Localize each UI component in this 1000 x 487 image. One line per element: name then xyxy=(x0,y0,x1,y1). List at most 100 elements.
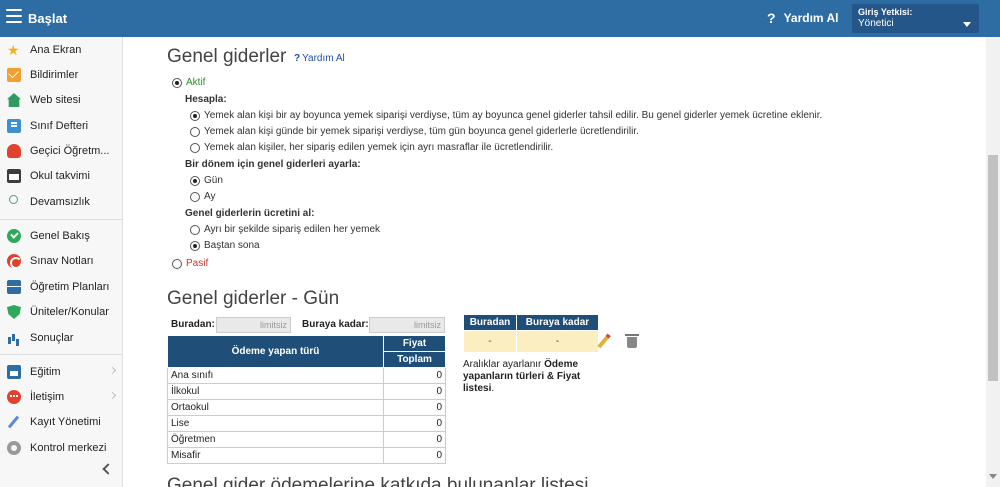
sidebar-item-egitim[interactable]: Eğitim xyxy=(0,360,123,384)
brand-start[interactable]: Başlat xyxy=(28,11,67,26)
sidebar-item-label: Web sitesi xyxy=(30,94,81,106)
gear-icon xyxy=(7,441,21,455)
radio-button[interactable] xyxy=(190,126,200,137)
interval-table: Buradan Buraya kadar - - xyxy=(463,314,600,353)
radio-button[interactable] xyxy=(172,258,182,269)
radio-button[interactable] xyxy=(190,224,200,235)
col-payer-type: Ödeme yapan türü xyxy=(167,335,384,368)
sidebar-item-label: Devamsızlık xyxy=(30,196,90,208)
bars-icon xyxy=(7,331,21,345)
radio-button[interactable] xyxy=(190,240,200,251)
radio-label: Yemek alan kişi günde bir yemek siparişi… xyxy=(204,126,639,137)
chat-icon xyxy=(7,390,21,404)
cell-type: Misafir xyxy=(167,447,384,464)
scroll-down-icon[interactable] xyxy=(989,474,997,479)
cell-value[interactable]: 0 xyxy=(383,415,446,432)
radio-calc-meal[interactable]: Yemek alan kişiler, her sipariş edilen y… xyxy=(190,142,553,153)
to-input[interactable]: limitsiz xyxy=(369,317,445,333)
radio-fee-whole[interactable]: Baştan sona xyxy=(190,240,260,251)
radio-button[interactable] xyxy=(190,110,200,121)
role-label: Giriş Yetkisi: xyxy=(858,7,913,17)
cell-value[interactable]: 0 xyxy=(383,447,446,464)
radio-calc-day[interactable]: Yemek alan kişi günde bir yemek siparişi… xyxy=(190,126,639,137)
help-button[interactable]: ? Yardım Al xyxy=(767,10,838,26)
chevron-right-icon xyxy=(108,366,117,375)
cell-value[interactable]: 0 xyxy=(383,399,446,416)
cell-value[interactable]: 0 xyxy=(383,367,446,384)
radio-calc-month[interactable]: Yemek alan kişi bir ay boyunca yemek sip… xyxy=(190,110,822,121)
sidebar-item-label: Okul takvimi xyxy=(30,170,90,182)
caret-down-icon xyxy=(963,22,971,27)
radio-period-day[interactable]: Gün xyxy=(190,175,223,186)
cell-value[interactable]: 0 xyxy=(383,431,446,448)
calc-label: Hesapla: xyxy=(185,94,227,105)
table-row: - - xyxy=(463,330,600,353)
sidebar-item-bildirimler[interactable]: Bildirimler xyxy=(0,63,123,87)
trash-icon[interactable] xyxy=(625,334,639,348)
table-row: Ana sınıfı 0 xyxy=(167,367,446,384)
radio-button[interactable] xyxy=(190,191,200,202)
page-scrollbar[interactable] xyxy=(986,37,1000,487)
cell-type: Öğretmen xyxy=(167,431,384,448)
table-row: Lise 0 xyxy=(167,415,446,432)
sidebar-item-label: Bildirimler xyxy=(30,69,79,81)
sidebar-item-web-sitesi[interactable]: Web sitesi xyxy=(0,88,123,112)
sidebar-item-label: Sınav Notları xyxy=(30,255,94,267)
sidebar-item-label: Kontrol merkezi xyxy=(30,442,107,454)
note-text: Aralıklar ayarlanır xyxy=(463,359,545,370)
sidebar-item-label: İletişim xyxy=(30,391,65,403)
sidebar-item-uniteler-konular[interactable]: Üniteler/Konular xyxy=(0,300,123,324)
sidebar-item-label: Sınıf Defteri xyxy=(30,120,89,132)
sidebar-item-genel-bakis[interactable]: Genel Bakış xyxy=(0,224,123,248)
radio-label: Gün xyxy=(204,175,223,186)
sidebar-item-label: Öğretim Planları xyxy=(30,281,110,293)
help-link-label: Yardım Al xyxy=(302,53,345,64)
sidebar-item-gecici-ogretmen[interactable]: Geçici Öğretm... xyxy=(0,139,123,163)
help-link[interactable]: ? Yardım Al xyxy=(294,53,345,64)
role-value: Yönetici xyxy=(858,18,894,29)
hamburger-menu-icon[interactable] xyxy=(6,9,22,23)
table-row: Misafir 0 xyxy=(167,447,446,464)
sidebar-item-ana-ekran[interactable]: ★ Ana Ekran xyxy=(0,38,123,62)
to-label: Buraya kadar: xyxy=(302,319,369,330)
sidebar: ★ Ana Ekran Bildirimler Web sitesi Sınıf … xyxy=(0,37,123,487)
sidebar-item-kayit-yonetimi[interactable]: Kayıt Yönetimi xyxy=(0,410,123,434)
sidebar-item-kontrol-merkezi[interactable]: Kontrol merkezi xyxy=(0,436,123,460)
sidebar-item-sinav-notlari[interactable]: Sınav Notları xyxy=(0,249,123,273)
radio-active[interactable]: Aktif xyxy=(172,77,205,88)
cell-value[interactable]: 0 xyxy=(383,383,446,400)
chevron-right-icon xyxy=(108,391,117,400)
radio-period-month[interactable]: Ay xyxy=(190,191,216,202)
radio-button[interactable] xyxy=(190,175,200,186)
from-label: Buradan: xyxy=(171,319,215,330)
cell-type: Ortaokul xyxy=(167,399,384,416)
collapse-sidebar-icon[interactable] xyxy=(102,463,114,475)
sidebar-item-ogretim-planlari[interactable]: Öğretim Planları xyxy=(0,275,123,299)
user-icon xyxy=(7,144,21,158)
radio-button[interactable] xyxy=(172,77,182,88)
book-icon xyxy=(7,119,21,133)
radio-label: Ayrı bir şekilde sipariş edilen her yeme… xyxy=(204,224,381,235)
col-total: Toplam xyxy=(383,351,446,368)
interval-note: Aralıklar ayarlanır Ödeme yapanların tür… xyxy=(463,359,603,395)
sidebar-item-label: Eğitim xyxy=(30,366,61,378)
sidebar-item-sonuclar[interactable]: Sonuçlar xyxy=(0,326,123,350)
shield-icon xyxy=(7,305,21,319)
interval-to: - xyxy=(515,330,600,353)
cell-type: Ana sınıfı xyxy=(167,367,384,384)
radio-label: Yemek alan kişi bir ay boyunca yemek sip… xyxy=(204,110,823,121)
role-select[interactable]: Giriş Yetkisi: Yönetici xyxy=(852,4,979,33)
briefcase-icon xyxy=(7,280,21,294)
sidebar-item-label: Kayıt Yönetimi xyxy=(30,416,101,428)
home-icon xyxy=(7,93,21,107)
radio-button[interactable] xyxy=(190,142,200,153)
scrollbar-thumb[interactable] xyxy=(988,155,998,381)
sidebar-item-okul-takvimi[interactable]: Okul takvimi xyxy=(0,164,123,188)
sidebar-item-devamsizlik[interactable]: Devamsızlık xyxy=(0,190,123,214)
radio-fee-each[interactable]: Ayrı bir şekilde sipariş edilen her yeme… xyxy=(190,224,380,235)
radio-passive[interactable]: Pasif xyxy=(172,258,208,269)
sidebar-item-sinif-defteri[interactable]: Sınıf Defteri xyxy=(0,114,123,138)
edit-pencil-icon[interactable] xyxy=(597,333,611,349)
from-input[interactable]: limitsiz xyxy=(216,317,291,333)
sidebar-item-iletisim[interactable]: İletişim xyxy=(0,385,123,409)
